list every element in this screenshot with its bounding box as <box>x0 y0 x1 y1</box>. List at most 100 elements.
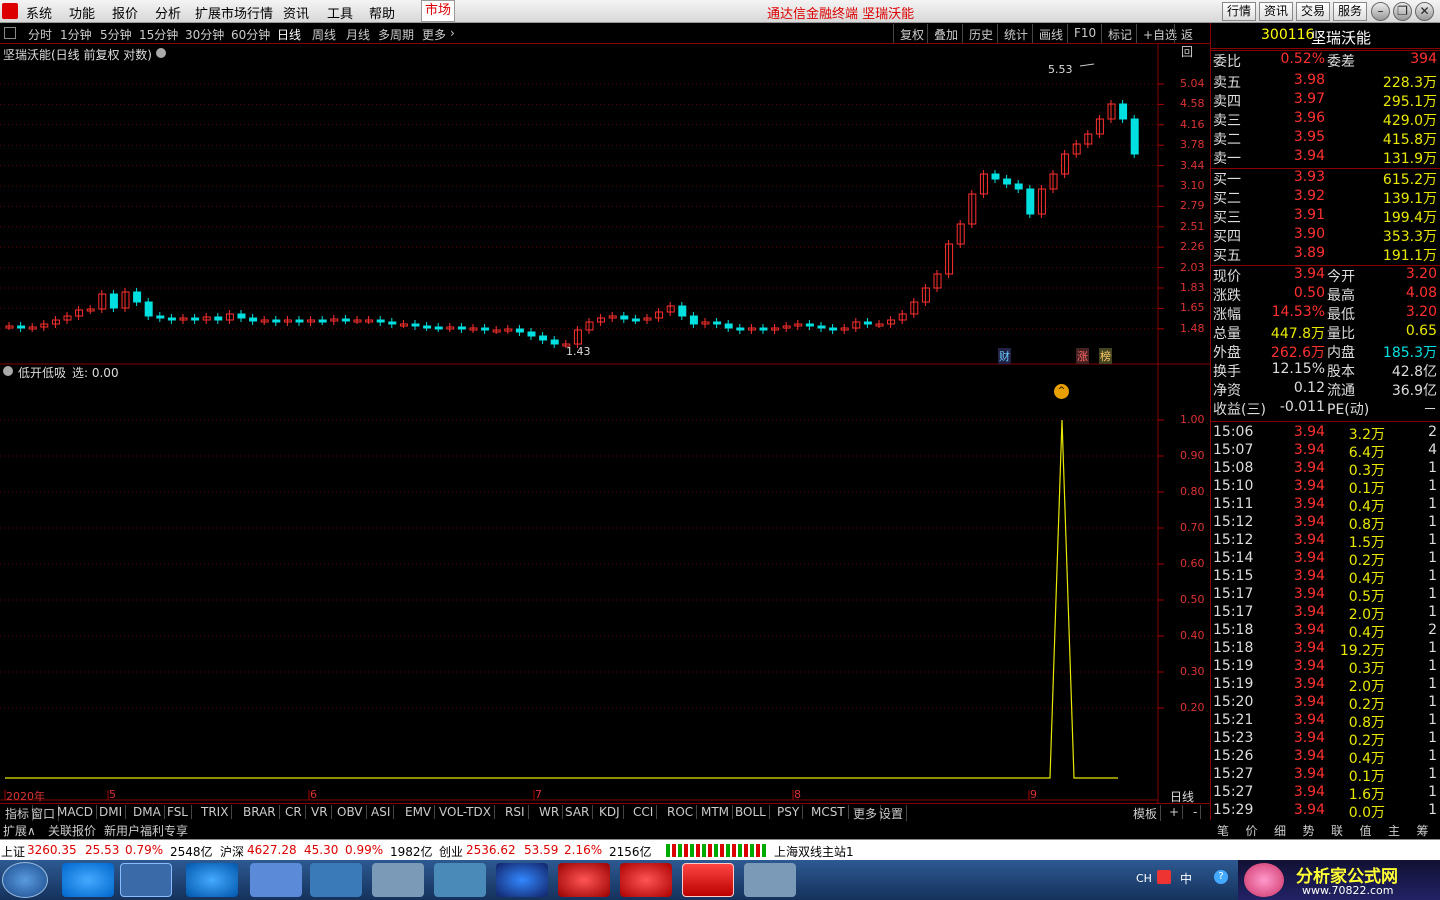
indicator-tab-emv[interactable]: EMV <box>402 805 436 819</box>
history-button[interactable]: 历史 <box>962 24 999 43</box>
quote-tab[interactable]: 联 <box>1331 822 1343 839</box>
app-icon-3[interactable] <box>372 863 424 897</box>
indicator-menu-icon[interactable] <box>3 366 13 376</box>
f10-button[interactable]: F10 <box>1067 24 1102 43</box>
zoom-out-button[interactable]: - <box>1190 805 1202 819</box>
chart-area[interactable]: 坚瑞沃能(日线 前复权 对数) 5.53 1.43 财 涨 榜 5.04 4.58… <box>0 44 1210 804</box>
quote-cell: 1 <box>1428 766 1437 782</box>
indicator-tab-vr[interactable]: VR <box>308 805 332 819</box>
indicator-tab-asi[interactable]: ASI <box>368 805 395 819</box>
period-30min[interactable]: 30分钟 <box>185 26 224 43</box>
indicator-tab-wr[interactable]: WR <box>536 805 564 819</box>
indicator-tab-dmi[interactable]: DMI <box>96 805 127 819</box>
indicator-tab-brar[interactable]: BRAR <box>240 805 280 819</box>
menu-function[interactable]: 功能 <box>69 3 95 22</box>
quote-tab[interactable]: 值 <box>1360 822 1372 839</box>
indicator-tab-sar[interactable]: SAR <box>562 805 594 819</box>
overlay-button[interactable]: 叠加 <box>927 24 964 43</box>
menu-analysis[interactable]: 分析 <box>155 3 181 22</box>
finance-badge[interactable]: 财 <box>998 348 1011 364</box>
indicator-tab-vol-tdx[interactable]: VOL-TDX <box>436 805 495 819</box>
quote-tab[interactable]: 主 <box>1388 822 1400 839</box>
mark-button[interactable]: 标记 <box>1101 24 1138 43</box>
period-multi[interactable]: 多周期 <box>378 26 414 43</box>
indicator-tab-psy[interactable]: PSY <box>774 805 804 819</box>
ime-logo-icon[interactable] <box>1157 870 1171 884</box>
trade-button[interactable]: 交易 <box>1296 2 1330 21</box>
zoom-in-button[interactable]: + <box>1166 805 1184 819</box>
service-button[interactable]: 服务 <box>1333 2 1367 21</box>
quote-tab[interactable]: 价 <box>1246 822 1258 839</box>
quote-tab[interactable]: 细 <box>1274 822 1286 839</box>
period-60min[interactable]: 60分钟 <box>231 26 270 43</box>
app-icon-1[interactable] <box>250 863 302 897</box>
indicator-tab-设置[interactable]: 设置 <box>876 805 908 822</box>
ime-mode[interactable]: 中 <box>1180 870 1192 887</box>
chart-menu-icon[interactable] <box>156 48 166 58</box>
indicator-tab-roc[interactable]: ROC <box>664 805 698 819</box>
indicator-tab-cci[interactable]: CCI <box>630 805 658 819</box>
indicator-tab-cr[interactable]: CR <box>282 805 306 819</box>
period-tick[interactable]: 分时 <box>28 26 52 43</box>
period-more[interactable]: 更多 <box>422 26 446 43</box>
related-quote-tab[interactable]: 关联报价 <box>48 822 96 839</box>
new-user-welfare-tab[interactable]: 新用户福利专享 <box>104 822 188 839</box>
rank-badge[interactable]: 榜 <box>1099 348 1112 364</box>
indicator-tab-mtm[interactable]: MTM <box>698 805 734 819</box>
restore-icon[interactable]: ❐ <box>1393 2 1412 21</box>
back-button[interactable]: 返回 <box>1174 24 1210 59</box>
indicator-tab-obv[interactable]: OBV <box>334 805 367 819</box>
indicator-tab-trix[interactable]: TRIX <box>198 805 233 819</box>
indicator-tab-mcst[interactable]: MCST <box>808 805 849 819</box>
candle-body <box>318 319 327 323</box>
menu-help[interactable]: 帮助 <box>369 3 395 22</box>
tdx-app-icon[interactable] <box>682 863 734 897</box>
quote-button[interactable]: 行情 <box>1222 2 1256 21</box>
explorer-icon[interactable] <box>120 863 172 897</box>
indicator-tab-macd[interactable]: MACD <box>54 805 97 819</box>
period-daily[interactable]: 日线 <box>277 26 301 43</box>
template-button[interactable]: 模板 <box>1130 805 1162 822</box>
lang-indicator[interactable]: CH <box>1136 872 1152 885</box>
menu-system[interactable]: 系统 <box>26 3 52 22</box>
help-icon[interactable]: ? <box>1214 870 1228 884</box>
ie-icon[interactable] <box>62 863 114 897</box>
indicator-tab-boll[interactable]: BOLL <box>732 805 770 819</box>
close-icon[interactable]: ✕ <box>1415 2 1434 21</box>
quote-tab[interactable]: 势 <box>1303 822 1315 839</box>
start-button[interactable] <box>2 862 48 898</box>
panel-toggle-icon[interactable] <box>4 27 16 39</box>
indicator-tab-rsi[interactable]: RSI <box>502 805 529 819</box>
sogou-icon[interactable] <box>186 863 238 897</box>
period-weekly[interactable]: 周线 <box>312 26 336 43</box>
chart-app-icon[interactable] <box>434 863 486 897</box>
app-icon-4[interactable] <box>558 863 610 897</box>
expand-button[interactable]: 扩展∧ <box>3 822 36 839</box>
period-1min[interactable]: 1分钟 <box>60 26 92 43</box>
app-icon-2[interactable] <box>310 863 362 897</box>
app-icon-5[interactable] <box>620 863 672 897</box>
period-monthly[interactable]: 月线 <box>346 26 370 43</box>
period-5min[interactable]: 5分钟 <box>100 26 132 43</box>
menu-news[interactable]: 资讯 <box>283 3 309 22</box>
menu-quote[interactable]: 报价 <box>112 3 138 22</box>
news-button[interactable]: 资讯 <box>1259 2 1293 21</box>
market-button[interactable]: 市场 <box>421 0 455 22</box>
minimize-icon[interactable]: – <box>1371 2 1390 21</box>
quote-tab[interactable]: 笔 <box>1217 822 1229 839</box>
period-15min[interactable]: 15分钟 <box>139 26 178 43</box>
limitup-badge[interactable]: 涨 <box>1076 348 1089 364</box>
indicator-tab-kdj[interactable]: KDJ <box>596 805 624 819</box>
menu-tools[interactable]: 工具 <box>327 3 353 22</box>
kline-chart[interactable] <box>0 44 1210 804</box>
stats-button[interactable]: 统计 <box>997 24 1034 43</box>
k-app-icon[interactable] <box>496 863 548 897</box>
app-icon-6[interactable] <box>744 863 796 897</box>
indicator-tab-dma[interactable]: DMA <box>130 805 165 819</box>
quote-cell: 228.3万 <box>1382 75 1437 91</box>
adjust-button[interactable]: 复权 <box>893 24 930 43</box>
menu-ext-market[interactable]: 扩展市场行情 <box>195 3 273 22</box>
indicator-tab-fsl[interactable]: FSL <box>164 805 192 819</box>
quote-tab[interactable]: 筹 <box>1417 822 1429 839</box>
draw-button[interactable]: 画线 <box>1032 24 1069 43</box>
